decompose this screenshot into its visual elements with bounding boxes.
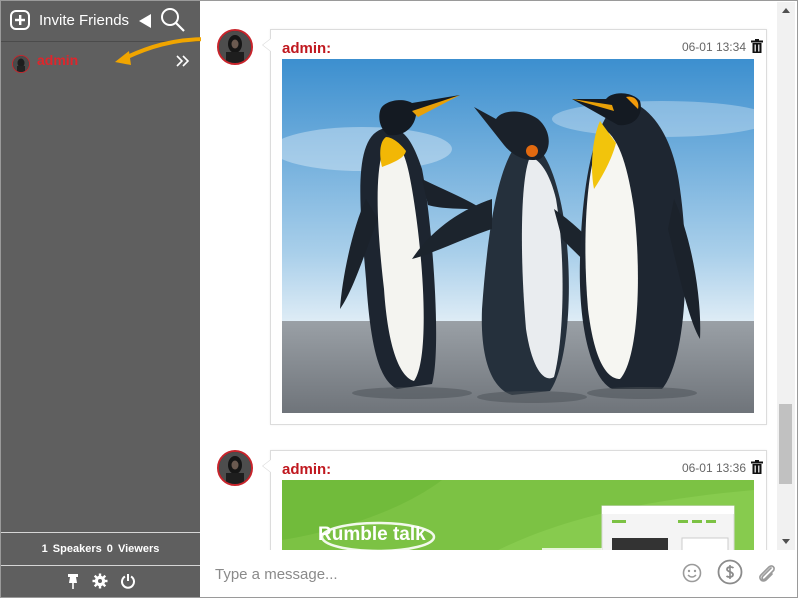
chat-scrollbar[interactable] — [777, 2, 795, 550]
message-avatar[interactable] — [217, 29, 253, 65]
message-bubble: admin: 06-01 13:34 — [262, 29, 767, 425]
trash-icon[interactable] — [751, 460, 763, 474]
trash-icon[interactable] — [751, 39, 763, 53]
chat-window: Invite Friends admin 1 Speakers 0 Viewer… — [0, 0, 798, 598]
sidebar: Invite Friends admin 1 Speakers 0 Viewer… — [1, 1, 200, 597]
pin-icon[interactable] — [65, 573, 81, 589]
plus-circle-icon[interactable] — [10, 10, 30, 30]
user-name[interactable]: admin — [37, 52, 78, 68]
scroll-up-icon[interactable] — [782, 8, 790, 13]
message-avatar[interactable] — [217, 450, 253, 486]
power-icon[interactable] — [120, 573, 136, 589]
sidebar-toolbar — [1, 567, 200, 597]
chat-area: admin: 06-01 13:34 admin: 06-01 13:36 Ru… — [201, 1, 797, 597]
viewers-label: Viewers — [117, 543, 160, 555]
viewers-count: 0 — [106, 543, 113, 555]
user-avatar — [12, 55, 30, 73]
speakers-label: Speakers — [52, 543, 102, 555]
speakers-count: 1 — [41, 543, 48, 555]
message-author[interactable]: admin: — [282, 40, 331, 57]
message-time: 06-01 13:34 — [681, 40, 746, 54]
collapse-arrow-icon[interactable] — [139, 14, 151, 28]
invite-friends-button[interactable]: Invite Friends — [39, 12, 129, 29]
message-author[interactable]: admin: — [282, 461, 331, 478]
rumbletalk-logo-text: Rumble talk — [318, 524, 426, 545]
scroll-thumb[interactable] — [779, 404, 792, 484]
message-input[interactable] — [213, 562, 657, 586]
scroll-down-icon[interactable] — [782, 539, 790, 544]
penguins-image[interactable] — [282, 59, 754, 413]
dollar-icon[interactable] — [717, 559, 743, 585]
gear-icon[interactable] — [92, 573, 108, 589]
composer — [201, 550, 797, 597]
emoji-icon[interactable] — [682, 563, 702, 583]
audience-stats: 1 Speakers 0 Viewers — [1, 532, 200, 566]
paperclip-icon[interactable] — [757, 562, 777, 584]
message-time: 06-01 13:36 — [681, 461, 746, 475]
